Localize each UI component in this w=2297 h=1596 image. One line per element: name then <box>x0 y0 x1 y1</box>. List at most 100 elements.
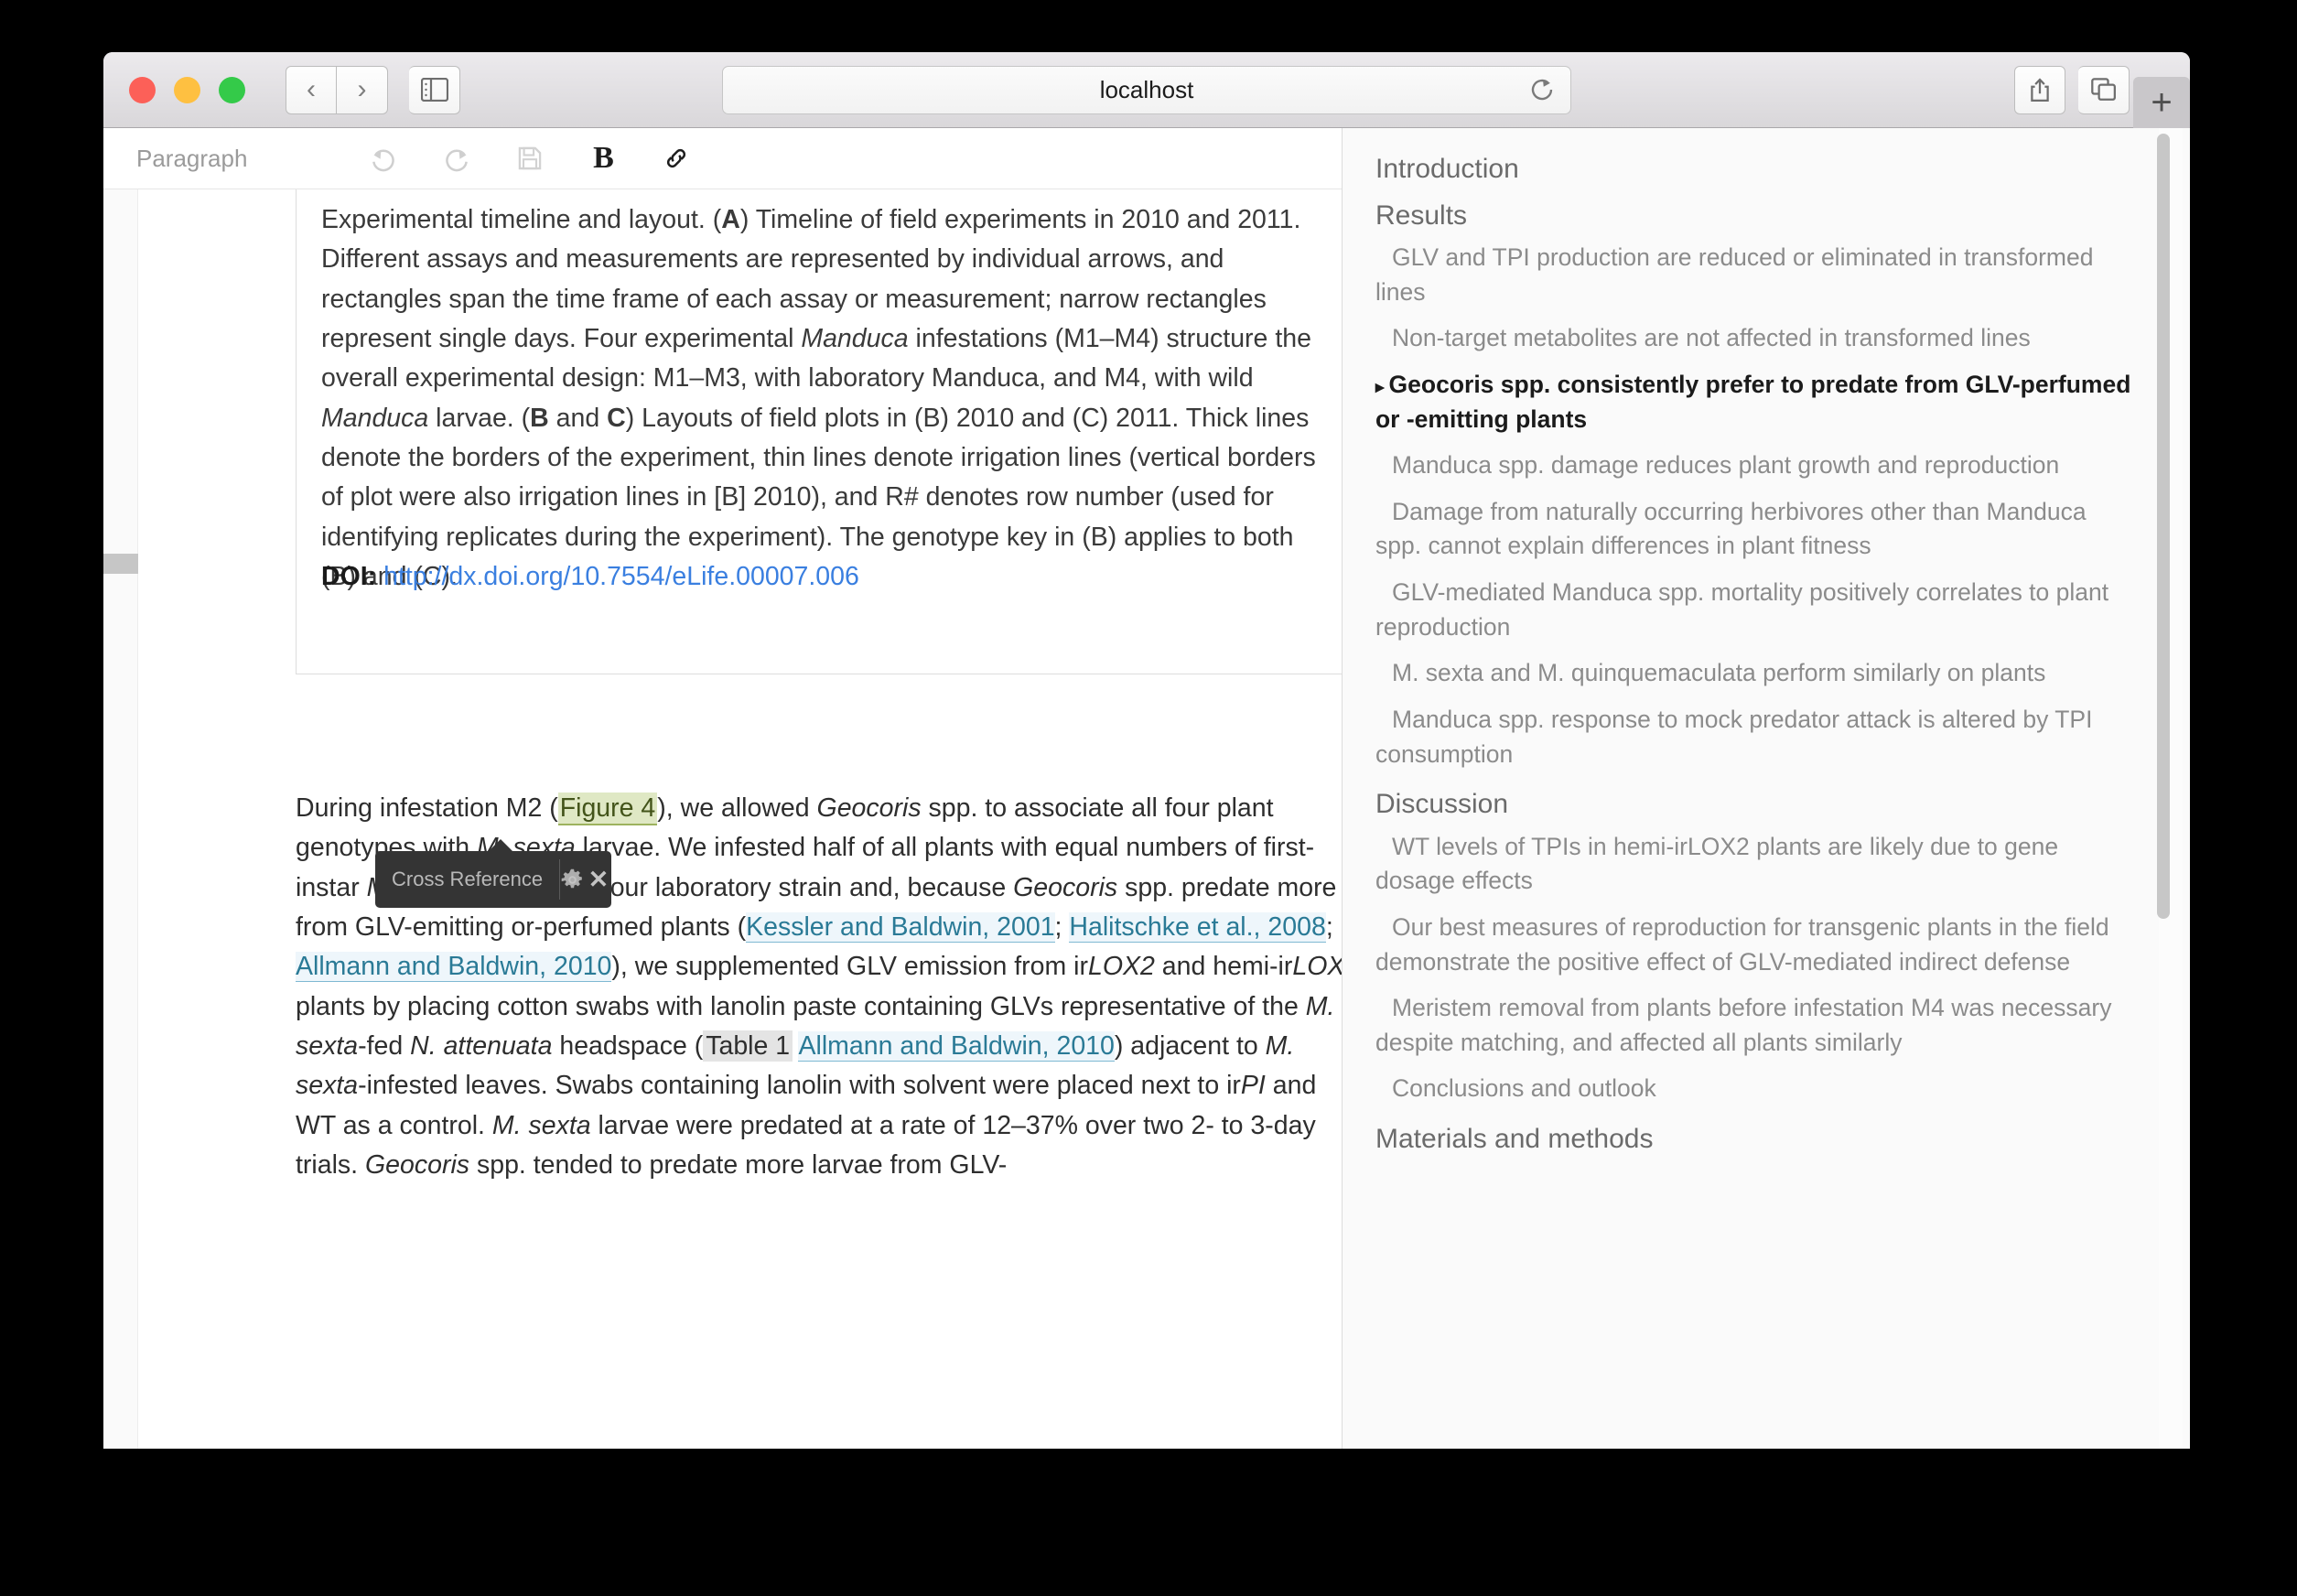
toc-heading-15[interactable]: Materials and methods <box>1375 1118 2135 1161</box>
toc-item-6[interactable]: Damage from naturally occurring herbivor… <box>1375 495 2135 564</box>
address-bar-wrap: localhost <box>722 66 1571 114</box>
sidebar-toggle-icon <box>421 78 448 102</box>
editor-pane: Paragraph <box>103 128 1343 1449</box>
para-species-5: M. sexta <box>492 1111 591 1140</box>
doi-line: DOI: http://dx.doi.org/10.7554/eLife.000… <box>321 557 859 597</box>
toc-item-13[interactable]: Meristem removal from plants before infe… <box>1375 991 2135 1060</box>
toc-item-8[interactable]: M. sexta and M. quinquemaculata perform … <box>1375 656 2135 691</box>
cross-reference-table-1[interactable]: Table 1 <box>703 1030 793 1062</box>
show-tabs-icon <box>2091 78 2117 102</box>
sidebar-toggle-button[interactable] <box>409 66 460 114</box>
toc-item-7[interactable]: GLV-mediated Manduca spp. mortality posi… <box>1375 576 2135 644</box>
doi-link[interactable]: http://dx.doi.org/10.7554/eLife.00007.00… <box>383 562 859 591</box>
para-text-13: -infested leaves. Swabs containing lanol… <box>358 1071 1241 1100</box>
popup-settings-button[interactable] <box>560 851 586 908</box>
caption-panel-a: A <box>721 205 740 234</box>
para-genus-1: Geocoris <box>817 793 922 823</box>
undo-icon <box>370 145 397 172</box>
caption-panel-b: B <box>530 404 549 433</box>
para-genus-3: Geocoris <box>365 1150 469 1180</box>
table-of-contents-pane: IntroductionResultsGLV and TPI productio… <box>1343 128 2190 1449</box>
caption-part-1: Experimental timeline and layout. ( <box>321 205 721 234</box>
toc-item-14[interactable]: Conclusions and outlook <box>1375 1072 2135 1106</box>
para-text-8: and hemi-ir <box>1155 952 1292 981</box>
cross-reference-figure-4[interactable]: Figure 4 <box>558 793 658 825</box>
address-bar[interactable]: localhost <box>722 66 1571 114</box>
reload-button[interactable] <box>1528 76 1556 103</box>
url-text: localhost <box>1100 76 1194 104</box>
toc-item-9[interactable]: Manduca spp. response to mock predator a… <box>1375 703 2135 771</box>
para-species-3: N. attenuata <box>410 1031 552 1061</box>
bold-button[interactable]: B <box>588 143 619 174</box>
para-text-7: ), we supplemented GLV emission from ir <box>611 952 1088 981</box>
caption-genus-1: Manduca <box>801 324 908 353</box>
share-button[interactable] <box>2014 66 2065 114</box>
toolbar-right <box>2014 66 2130 114</box>
para-gene-3: PI <box>1241 1071 1266 1100</box>
toc-heading-1[interactable]: Results <box>1375 195 2135 238</box>
sidebar-toggle-wrap <box>409 66 460 114</box>
toc-heading-0[interactable]: Introduction <box>1375 148 2135 191</box>
popup-close-button[interactable]: ✕ <box>586 851 611 908</box>
toc-item-3[interactable]: Non-target metabolites are not affected … <box>1375 321 2135 356</box>
toc-item-2[interactable]: GLV and TPI production are reduced or el… <box>1375 241 2135 309</box>
gutter-marker <box>103 554 138 574</box>
para-gene-2: LOX2 <box>1292 952 1342 981</box>
para-semicolon-2: ; <box>1326 912 1333 942</box>
toc-item-11[interactable]: WT levels of TPIs in hemi-irLOX2 plants … <box>1375 830 2135 899</box>
toc-item-12[interactable]: Our best measures of reproduction for tr… <box>1375 911 2135 979</box>
article-paragraph[interactable]: During infestation M2 (Figure 4), we all… <box>296 789 1342 1185</box>
citation-link-1[interactable]: Kessler and Baldwin, 2001 <box>746 912 1054 943</box>
caption-part-5: and <box>549 404 607 433</box>
para-gene-1: LOX2 <box>1088 952 1155 981</box>
back-button[interactable]: ‹ <box>286 66 337 114</box>
redo-button[interactable] <box>441 143 472 174</box>
para-genus-2: Geocoris <box>1013 873 1117 902</box>
toc-item-4[interactable]: ▸Geocoris spp. consistently prefer to pr… <box>1375 368 2135 437</box>
minimize-window-button[interactable] <box>174 77 200 103</box>
window-controls <box>129 77 245 103</box>
link-button[interactable] <box>661 143 692 174</box>
show-all-tabs-button[interactable] <box>2078 66 2130 114</box>
para-text-2: ), we allowed <box>657 793 816 823</box>
caret-right-icon: ▸ <box>1375 378 1385 397</box>
citation-link-4[interactable]: Allmann and Baldwin, 2010 <box>798 1031 1114 1062</box>
chevron-right-icon: › <box>358 76 367 103</box>
caption-genus-2: Manduca <box>321 404 428 433</box>
caption-panel-c: C <box>607 404 626 433</box>
para-text-12: ) adjacent to <box>1115 1031 1266 1061</box>
undo-button[interactable] <box>368 143 399 174</box>
table-of-contents-list: IntroductionResultsGLV and TPI productio… <box>1375 148 2135 1165</box>
para-text-10: -fed <box>358 1031 410 1061</box>
toc-heading-10[interactable]: Discussion <box>1375 783 2135 826</box>
new-tab-button[interactable]: + <box>2133 77 2190 128</box>
figure-card: 3210321032103210230123012301230132103210… <box>296 189 1342 674</box>
caption-part-4: larvae. ( <box>428 404 530 433</box>
browser-window: ‹ › localhost <box>103 52 2190 1449</box>
toc-scrollbar-thumb[interactable] <box>2157 134 2170 919</box>
save-icon <box>517 146 543 171</box>
cross-reference-popup: Cross Reference ✕ <box>375 851 611 908</box>
forward-button[interactable]: › <box>337 66 388 114</box>
share-icon <box>2028 77 2052 102</box>
para-text-1: During infestation M2 ( <box>296 793 558 823</box>
toc-item-label: Geocoris spp. consistently prefer to pre… <box>1375 371 2130 433</box>
format-button-group: B <box>368 143 692 174</box>
doi-label: DOI: <box>321 562 376 591</box>
reload-icon <box>1528 76 1556 103</box>
citation-link-3[interactable]: Allmann and Baldwin, 2010 <box>296 952 611 982</box>
toc-item-5[interactable]: Manduca spp. damage reduces plant growth… <box>1375 448 2135 483</box>
citation-link-2[interactable]: Halitschke et al., 2008 <box>1069 912 1325 943</box>
toc-scrollbar-track[interactable] <box>2159 128 2183 1449</box>
document-scroll-area[interactable]: 3210321032103210230123012301230132103210… <box>103 189 1342 1449</box>
block-style-label[interactable]: Paragraph <box>136 145 247 173</box>
para-text-11: headspace ( <box>552 1031 703 1061</box>
zoom-window-button[interactable] <box>219 77 245 103</box>
editor-gutter <box>103 189 138 1449</box>
para-semicolon-1: ; <box>1055 912 1070 942</box>
figure-caption[interactable]: Experimental timeline and layout. (A) Ti… <box>321 200 1321 597</box>
save-button[interactable] <box>514 143 545 174</box>
close-window-button[interactable] <box>129 77 156 103</box>
link-icon <box>663 145 690 172</box>
navigation-buttons: ‹ › <box>286 66 388 114</box>
